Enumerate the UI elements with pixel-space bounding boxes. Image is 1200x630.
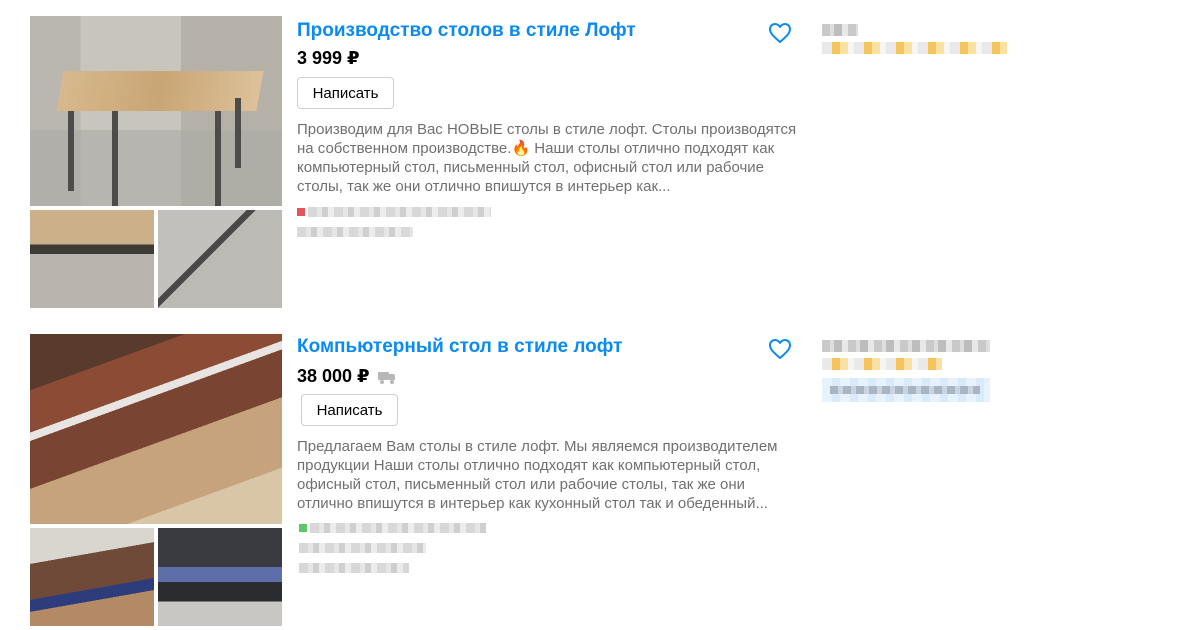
blurred-date: [299, 563, 409, 573]
status-dot: [299, 524, 307, 532]
price-row: 38 000 ₽: [297, 366, 396, 387]
listing-price: 3 999 ₽: [297, 48, 360, 68]
listing-title-link[interactable]: Производство столов в стиле Лофт: [297, 20, 636, 42]
listing-thumb-photo[interactable]: [30, 528, 154, 626]
listing-thumb-photo[interactable]: [158, 528, 282, 626]
blurred-seller-badge: [822, 378, 990, 402]
heart-outline-icon[interactable]: [768, 338, 792, 360]
blurred-seller-rating: [822, 42, 1007, 54]
listing-thumb-photo[interactable]: [158, 210, 282, 308]
blurred-seller-rating: [822, 358, 942, 370]
listing-title-link[interactable]: Компьютерный стол в стиле лофт: [297, 336, 622, 358]
listing-main-photo[interactable]: [30, 16, 282, 206]
listing-description: Производим для Вас НОВЫЕ столы в стиле л…: [297, 121, 797, 195]
listing-description: Предлагаем Вам столы в стиле лофт. Мы яв…: [297, 438, 778, 512]
blurred-address: [310, 523, 486, 533]
listing-photo-gallery[interactable]: [30, 16, 282, 308]
blurred-address: [308, 207, 491, 217]
listing-card: Производство столов в стиле Лофт 3 999 ₽…: [0, 12, 1200, 312]
blurred-date: [297, 227, 413, 237]
listing-price: 38 000 ₽: [297, 366, 370, 386]
blurred-seller-name[interactable]: [822, 340, 990, 352]
blurred-seller-name[interactable]: [822, 24, 858, 36]
blurred-metro: [299, 543, 426, 553]
price-row: 3 999 ₽: [297, 48, 360, 69]
status-dot: [297, 208, 305, 216]
listing-main-photo[interactable]: [30, 334, 282, 524]
listing-photo-gallery[interactable]: [30, 334, 282, 626]
listing-card: Компьютерный стол в стиле лофт 38 000 ₽ …: [0, 330, 1200, 630]
heart-outline-icon[interactable]: [768, 22, 792, 44]
delivery-truck-icon: [377, 371, 396, 384]
write-message-button[interactable]: Написать: [297, 77, 394, 109]
listing-thumb-photo[interactable]: [30, 210, 154, 308]
write-message-button[interactable]: Написать: [301, 394, 398, 426]
